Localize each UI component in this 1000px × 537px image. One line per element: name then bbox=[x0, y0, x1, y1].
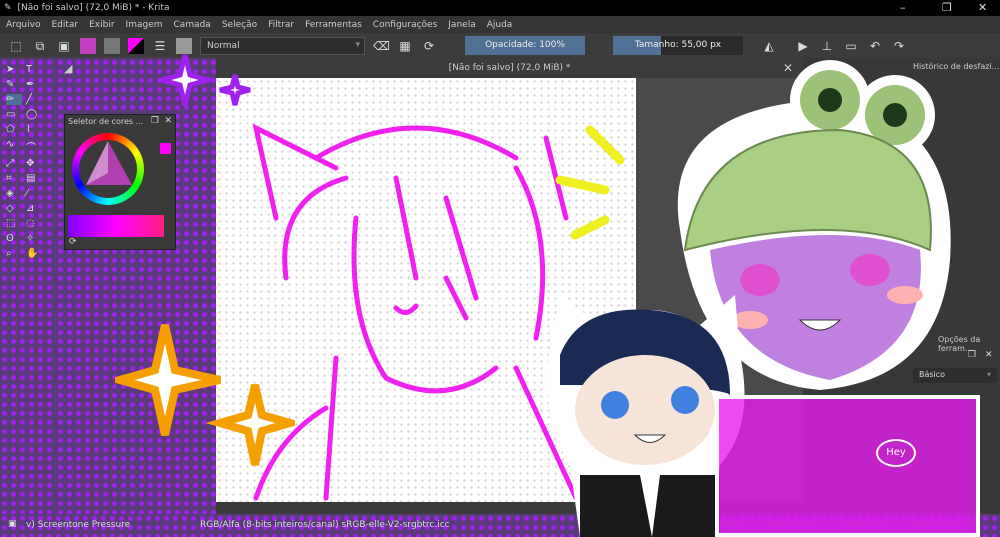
menu-editar[interactable]: Editar bbox=[51, 20, 78, 30]
menu-filtrar[interactable]: Filtrar bbox=[268, 20, 294, 30]
swap-colors-icon[interactable] bbox=[128, 37, 144, 54]
menu-ajuda[interactable]: Ajuda bbox=[487, 20, 513, 30]
new-document-icon[interactable]: ⬚ bbox=[8, 38, 24, 54]
canvas-tab-title: [Não foi salvo] (72,0 MiB) * bbox=[448, 63, 571, 73]
reload-preset-icon[interactable]: ⟳ bbox=[421, 38, 437, 54]
speech-bubble: Hey bbox=[876, 439, 916, 467]
current-color-swatch[interactable] bbox=[160, 143, 171, 154]
gradient-tool-icon[interactable]: ▤ bbox=[26, 173, 42, 184]
calligraphy-icon[interactable]: ✒ bbox=[26, 79, 42, 90]
measure-tool-icon[interactable]: ⊿ bbox=[26, 203, 42, 214]
save-icon[interactable]: ▣ bbox=[56, 38, 72, 54]
lasso-select-icon[interactable]: ʘ bbox=[6, 233, 22, 244]
menu-bar: Arquivo Editar Exibir Imagem Camada Sele… bbox=[0, 16, 1000, 33]
minimize-button[interactable]: – bbox=[900, 1, 906, 14]
polyline-tool-icon[interactable]: ⌇ bbox=[26, 124, 42, 135]
pattern-icon[interactable] bbox=[104, 37, 120, 54]
transform-tool-icon[interactable]: ⤢ bbox=[6, 158, 22, 169]
color-selector-docker: Seletor de cores ... ❐ ✕ ⟳ bbox=[64, 114, 176, 250]
size-label: Tamanho: 55,00 px bbox=[634, 40, 722, 50]
select-shapes-icon[interactable]: ➤ bbox=[6, 64, 22, 75]
opacity-slider[interactable]: Opacidade: 100% bbox=[465, 36, 585, 55]
menu-selecao[interactable]: Seleção bbox=[222, 20, 257, 30]
alpha-lock-icon[interactable]: ▦ bbox=[397, 38, 413, 54]
open-document-icon[interactable]: ⧉ bbox=[32, 38, 48, 54]
close-docker-icon[interactable]: ✕ bbox=[164, 116, 172, 126]
krita-logo-icon: ✎ bbox=[4, 3, 12, 13]
color-triangle[interactable] bbox=[72, 133, 144, 205]
restore-button[interactable]: ❐ bbox=[942, 1, 952, 14]
menu-imagem[interactable]: Imagem bbox=[126, 20, 163, 30]
crop-tool-icon[interactable]: ⌗ bbox=[6, 173, 22, 184]
zoom-tool-icon[interactable]: ⌕ bbox=[6, 248, 22, 259]
color-wheel[interactable] bbox=[72, 133, 144, 205]
line-tool-icon[interactable]: ╱ bbox=[26, 94, 42, 105]
picker-tool-icon[interactable]: ⁄ bbox=[26, 188, 42, 199]
menu-arquivo[interactable]: Arquivo bbox=[6, 20, 40, 30]
float-docker-icon[interactable]: ❐ bbox=[151, 116, 159, 126]
eraser-icon[interactable]: ⌫ bbox=[373, 38, 390, 54]
menu-ferramentas[interactable]: Ferramentas bbox=[305, 20, 362, 30]
gradient-icon[interactable] bbox=[80, 37, 96, 54]
ellipse-tool-icon[interactable]: ◯ bbox=[26, 109, 42, 120]
brush-preset-icon[interactable]: ▣ bbox=[8, 519, 17, 529]
toolbox: ➤ T ✎ ✒ ✏ ╱ ▭ ◯ ⬠ ⌇ ∿ ⌒ ⤢ ✥ ⌗ ▤ ◈ ⁄ ◇ ⊿ ⬚ ◌ ʘ ✧ ⌕ ✋ bbox=[0, 58, 56, 514]
title-bar: ✎ [Não foi salvo] (72,0 MiB) * - Krita –… bbox=[0, 0, 1000, 16]
text-tool-icon[interactable]: T bbox=[26, 64, 42, 75]
color-space: RGB/Alfa (8-bits inteiros/canal) sRGB-el… bbox=[200, 520, 450, 530]
freehand-path-icon[interactable]: ⌒ bbox=[26, 139, 42, 154]
ellipse-select-icon[interactable]: ◌ bbox=[26, 218, 42, 229]
rect-select-icon[interactable]: ⬚ bbox=[6, 218, 22, 229]
docker-menu-icon[interactable]: ◢ bbox=[64, 62, 72, 75]
move-tool-icon[interactable]: ✥ bbox=[26, 158, 42, 169]
magenta-card-sticker: Hey bbox=[715, 395, 980, 537]
brush-tool-icon[interactable]: ✏ bbox=[6, 94, 22, 105]
polygon-tool-icon[interactable]: ⬠ bbox=[6, 124, 22, 135]
menu-exibir[interactable]: Exibir bbox=[89, 20, 114, 30]
assistant-tool-icon[interactable]: ◇ bbox=[6, 203, 22, 214]
window-title: [Não foi salvo] (72,0 MiB) * - Krita bbox=[17, 3, 170, 13]
color-history-bars[interactable] bbox=[68, 215, 164, 237]
pan-tool-icon[interactable]: ✋ bbox=[26, 248, 42, 259]
edit-shapes-icon[interactable]: ✎ bbox=[6, 79, 22, 90]
close-button[interactable]: ✕ bbox=[978, 1, 987, 14]
orange-sparkles-sticker bbox=[115, 324, 295, 466]
brush-name: v) Screentone Pressure bbox=[26, 520, 131, 530]
refresh-icon[interactable]: ⟳ bbox=[69, 237, 77, 247]
fill-tool-icon[interactable]: ◈ bbox=[6, 188, 22, 199]
yellow-marks-sticker bbox=[555, 125, 625, 240]
rectangle-tool-icon[interactable]: ▭ bbox=[6, 109, 22, 120]
purple-sparkles-sticker bbox=[160, 54, 251, 106]
bezier-tool-icon[interactable]: ∿ bbox=[6, 139, 22, 154]
opacity-label: Opacidade: 100% bbox=[485, 40, 565, 50]
menu-configuracoes[interactable]: Configurações bbox=[373, 20, 437, 30]
menu-camada[interactable]: Camada bbox=[174, 20, 211, 30]
menu-janela[interactable]: Janela bbox=[448, 20, 475, 30]
magic-wand-icon[interactable]: ✧ bbox=[26, 233, 42, 244]
